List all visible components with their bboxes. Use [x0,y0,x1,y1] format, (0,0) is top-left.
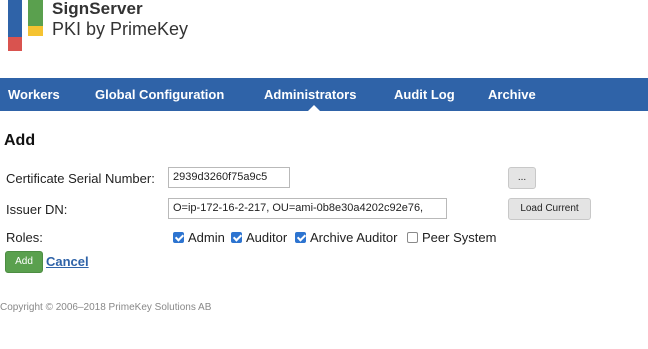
browse-button[interactable]: ... [508,167,536,189]
nav-audit-log[interactable]: Audit Log [394,78,455,111]
role-admin-checkbox[interactable] [173,232,184,243]
load-current-button[interactable]: Load Current [508,198,591,220]
add-button[interactable]: Add [5,251,43,273]
role-admin[interactable]: Admin [173,230,225,245]
role-archive-auditor-checkbox[interactable] [295,232,306,243]
serial-number-input[interactable]: 2939d3260f75a9c5 [168,167,290,188]
role-peer-system-checkbox[interactable] [407,232,418,243]
main-nav: Workers Global Configuration Administrat… [0,78,648,111]
cancel-link[interactable]: Cancel [46,254,89,269]
footer-copyright: Copyright © 2006–2018 PrimeKey Solutions… [0,302,212,313]
role-auditor-checkbox[interactable] [231,232,242,243]
role-peer-system[interactable]: Peer System [407,230,496,245]
role-auditor[interactable]: Auditor [231,230,287,245]
serial-number-label: Certificate Serial Number: [6,171,155,186]
active-nav-indicator [308,105,320,111]
role-archive-auditor-label: Archive Auditor [310,230,398,245]
nav-workers[interactable]: Workers [8,78,60,111]
page-title: Add [4,132,36,149]
role-auditor-label: Auditor [246,230,288,245]
issuer-dn-label: Issuer DN: [6,202,68,217]
roles-label: Roles: [6,230,43,245]
issuer-dn-input[interactable]: O=ip-172-16-2-217, OU=ami-0b8e30a4202c92… [168,198,447,219]
header: SignServer PKI by PrimeKey [0,0,648,78]
role-peer-system-label: Peer System [422,230,497,245]
role-archive-auditor[interactable]: Archive Auditor [295,230,397,245]
brand-subtitle: PKI by PrimeKey [52,19,189,39]
brand-name: SignServer [52,0,143,18]
signserver-logo [8,0,44,52]
nav-global-configuration[interactable]: Global Configuration [95,78,224,111]
nav-archive[interactable]: Archive [488,78,536,111]
role-admin-label: Admin [188,230,225,245]
